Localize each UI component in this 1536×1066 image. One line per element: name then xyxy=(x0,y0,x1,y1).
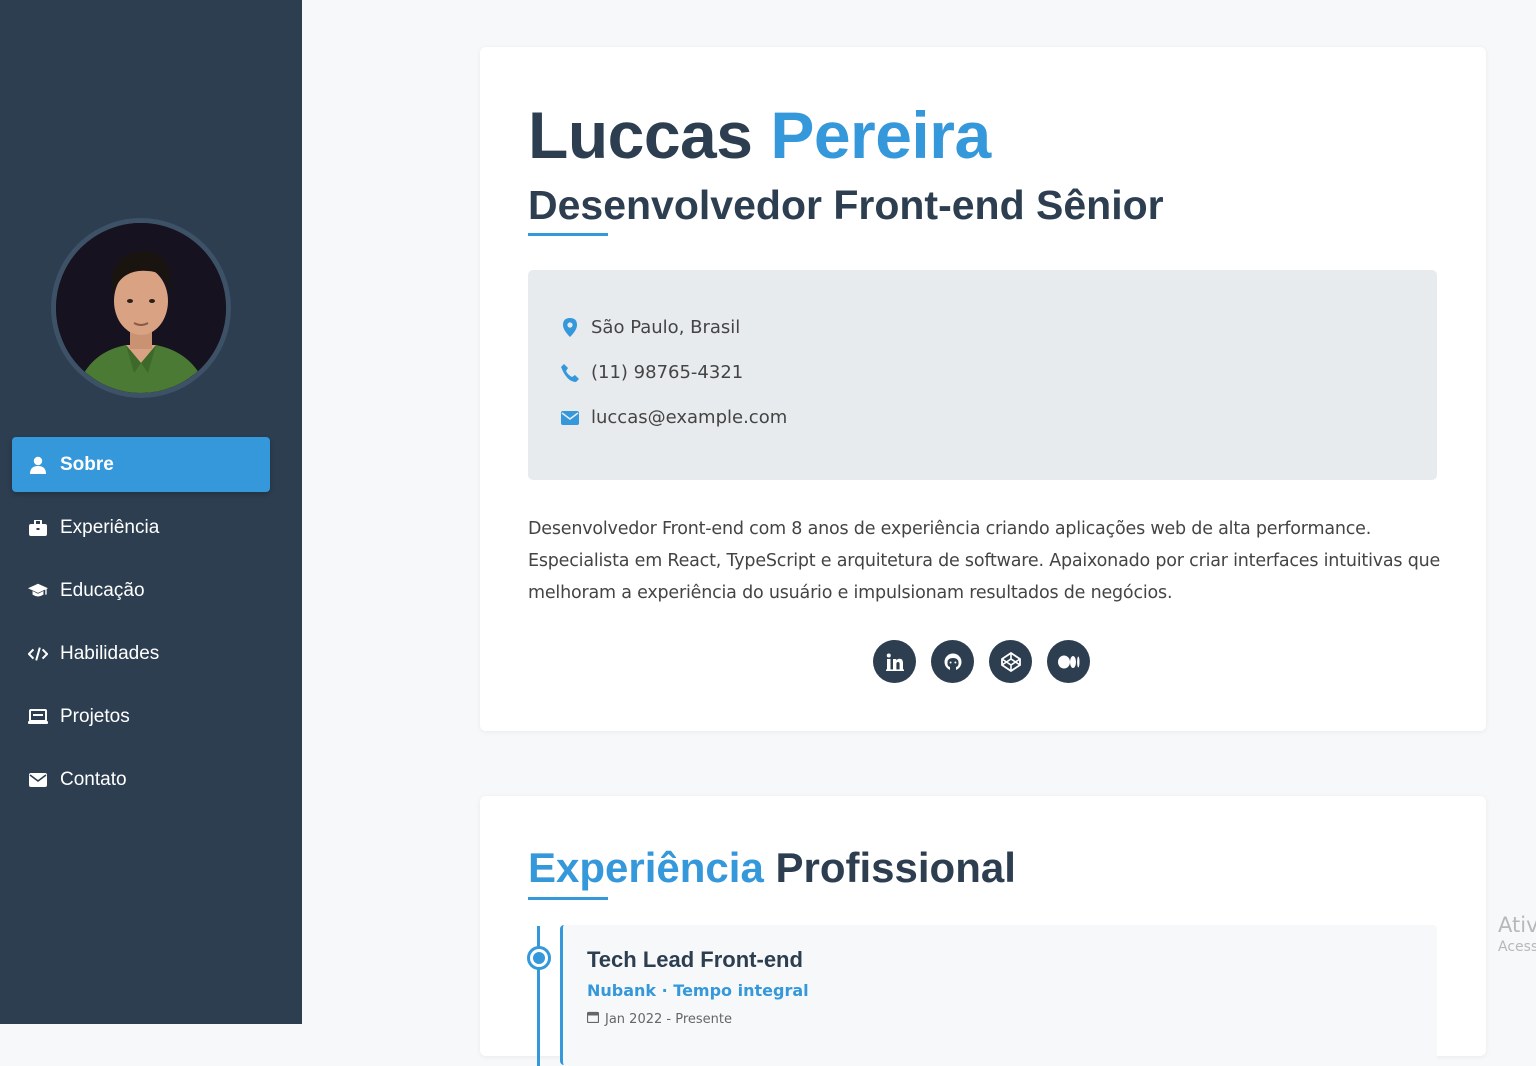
job-role: Desenvolvedor Front-end Sênior xyxy=(528,182,1164,228)
contact-info-box: São Paulo, Brasil (11) 98765-4321 luccas… xyxy=(528,270,1437,480)
user-icon xyxy=(28,456,48,474)
codepen-icon[interactable] xyxy=(989,640,1032,683)
email-row: luccas@example.com xyxy=(560,407,787,428)
first-name: Luccas xyxy=(528,98,753,172)
section-title-highlight: Experiência xyxy=(528,844,764,891)
graduation-cap-icon xyxy=(28,583,48,599)
sidebar-item-label: Habilidades xyxy=(60,642,160,664)
sidebar: Sobre Experiência Educação Habilidades P… xyxy=(0,0,302,1024)
job-company: Nubank · Tempo integral xyxy=(587,981,809,1000)
sidebar-item-label: Contato xyxy=(60,768,127,790)
job-date: Jan 2022 - Presente xyxy=(586,1011,732,1027)
about-card: Luccas Pereira Desenvolvedor Front-end S… xyxy=(480,47,1486,731)
envelope-icon xyxy=(28,772,48,787)
watermark-line-2: Acess xyxy=(1498,939,1536,955)
medium-icon[interactable] xyxy=(1047,640,1090,683)
phone-icon xyxy=(560,363,580,382)
job-title: Tech Lead Front-end xyxy=(587,947,803,972)
sidebar-item-label: Educação xyxy=(60,579,145,601)
email-text[interactable]: luccas@example.com xyxy=(591,407,787,428)
timeline-dot xyxy=(527,946,551,970)
sidebar-item-label: Sobre xyxy=(60,453,114,475)
job-entry: Tech Lead Front-end Nubank · Tempo integ… xyxy=(560,925,1437,1065)
laptop-icon xyxy=(28,708,48,725)
sidebar-item-sobre[interactable]: Sobre xyxy=(12,437,270,492)
section-title: Experiência Profissional xyxy=(528,844,1016,892)
map-pin-icon xyxy=(560,318,580,337)
envelope-icon xyxy=(560,410,580,425)
experience-card: Experiência Profissional Tech Lead Front… xyxy=(480,796,1486,1066)
sidebar-item-contato[interactable]: Contato xyxy=(12,752,270,807)
sidebar-item-label: Experiência xyxy=(60,516,160,538)
code-icon xyxy=(28,646,48,662)
last-name: Pereira xyxy=(770,98,991,172)
page-title: Luccas Pereira xyxy=(528,97,991,173)
section-title-rest: Profissional xyxy=(775,844,1016,891)
sidebar-item-projetos[interactable]: Projetos xyxy=(12,689,270,744)
briefcase-icon xyxy=(28,519,48,536)
avatar xyxy=(51,218,231,398)
sidebar-item-label: Projetos xyxy=(60,705,130,727)
sidebar-nav: Sobre Experiência Educação Habilidades P… xyxy=(12,437,270,815)
github-icon[interactable] xyxy=(931,640,974,683)
sidebar-item-habilidades[interactable]: Habilidades xyxy=(12,626,270,681)
activation-watermark: Ativ Acess xyxy=(1498,913,1536,955)
phone-row: (11) 98765-4321 xyxy=(560,362,743,383)
job-date-text: Jan 2022 - Presente xyxy=(605,1011,732,1027)
watermark-line-1: Ativ xyxy=(1498,913,1536,937)
phone-text[interactable]: (11) 98765-4321 xyxy=(591,362,743,383)
sidebar-item-experiencia[interactable]: Experiência xyxy=(12,500,270,555)
linkedin-icon[interactable] xyxy=(873,640,916,683)
sidebar-item-educacao[interactable]: Educação xyxy=(12,563,270,618)
social-links xyxy=(873,640,1090,683)
location-row: São Paulo, Brasil xyxy=(560,317,740,338)
bio-text: Desenvolvedor Front-end com 8 anos de ex… xyxy=(528,519,1441,603)
calendar-icon xyxy=(586,1011,600,1027)
title-underline xyxy=(528,897,608,900)
location-text: São Paulo, Brasil xyxy=(591,317,741,338)
title-underline xyxy=(528,233,608,236)
